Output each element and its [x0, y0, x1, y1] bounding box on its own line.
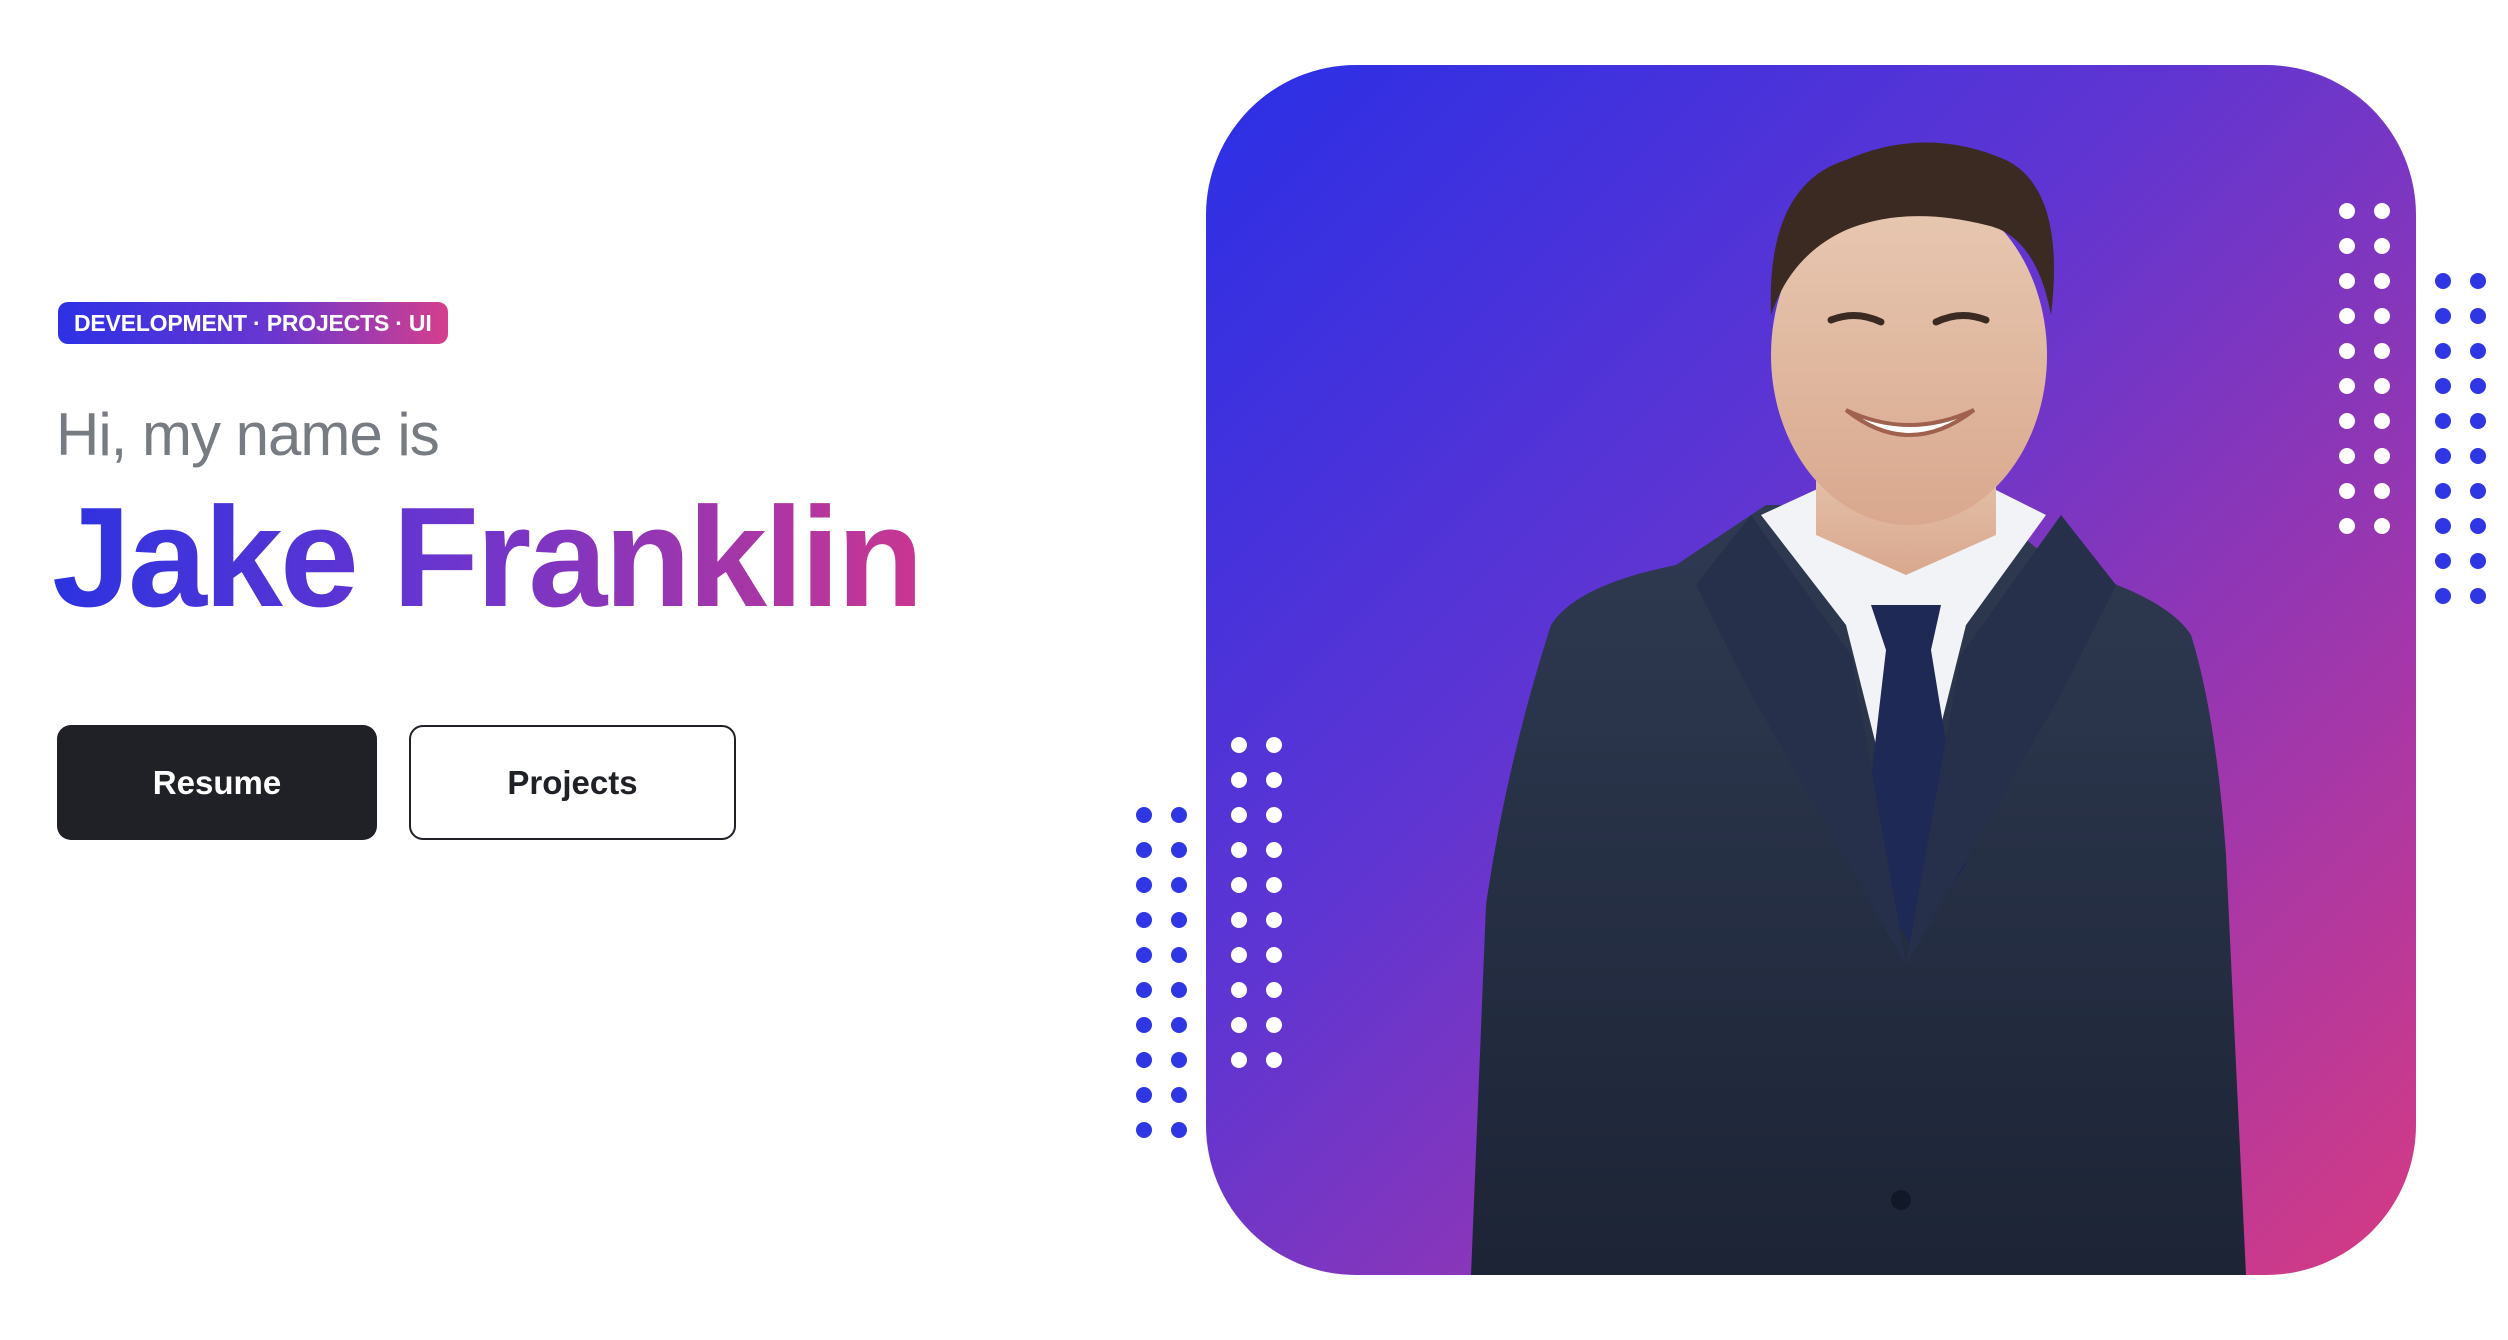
decorative-dots-blue-left: [1136, 807, 1187, 1138]
decorative-dots-white-right: [2339, 203, 2390, 534]
projects-button[interactable]: Projects: [409, 725, 736, 840]
hero-name: Jake Franklin: [52, 478, 924, 637]
decorative-dots-white-left: [1231, 737, 1282, 1068]
profile-photo: [1471, 142, 2246, 1275]
hero-tagline-badge: DEVELOPMENT · PROJECTS · UI: [58, 302, 448, 344]
profile-image-card: [1206, 65, 2416, 1275]
hero-greeting: Hi, my name is: [56, 401, 440, 468]
decorative-dots-blue-right: [2435, 273, 2486, 604]
resume-button[interactable]: Resume: [57, 725, 377, 840]
